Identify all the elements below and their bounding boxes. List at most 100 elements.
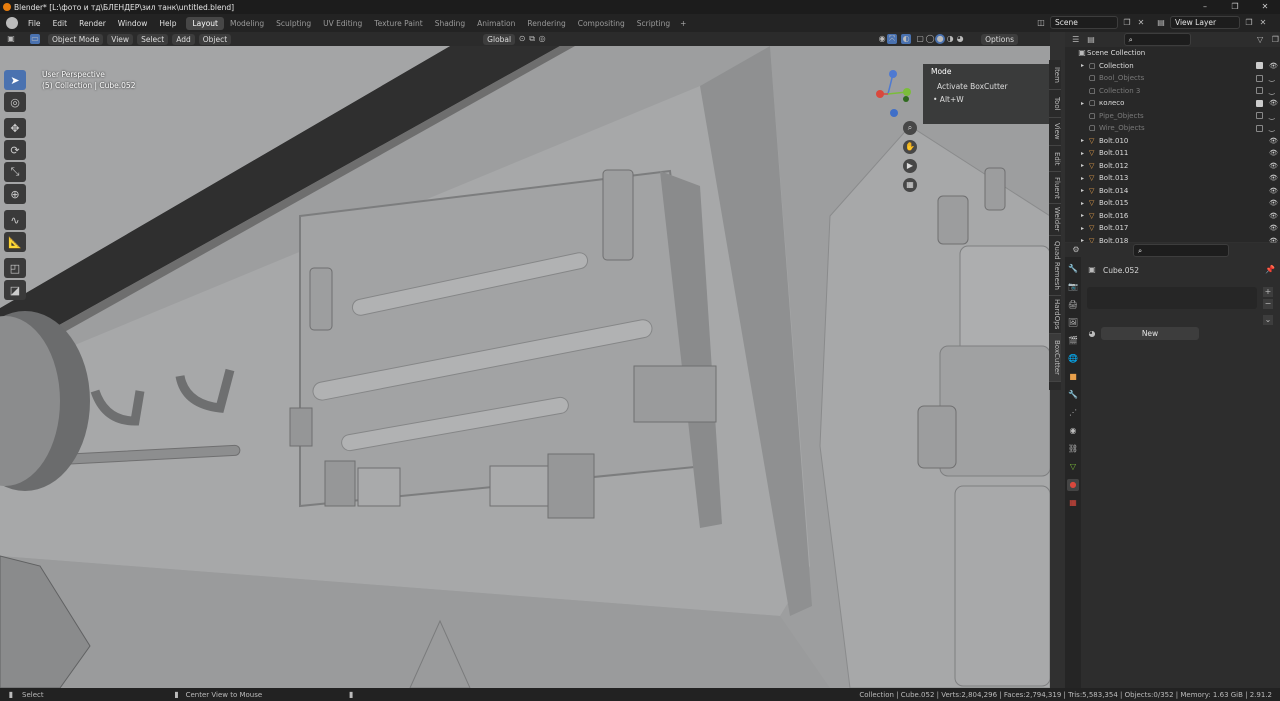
physics-props-icon[interactable]: ◉ <box>1067 425 1079 437</box>
expand-arrow-icon[interactable]: ▸ <box>1081 137 1089 144</box>
options-dropdown[interactable]: Options <box>981 33 1019 45</box>
blender-menu-icon[interactable] <box>6 17 18 29</box>
world-props-icon[interactable]: 🌐 <box>1067 353 1079 365</box>
view-menu[interactable]: View <box>107 33 134 45</box>
wireframe-shading-icon[interactable]: ◯ <box>925 34 935 44</box>
new-scene-icon[interactable]: ❐ <box>1122 18 1132 28</box>
tab-quad-remesh[interactable]: Quad Remesh <box>1049 236 1061 296</box>
tab-layout[interactable]: Layout <box>186 16 224 30</box>
transform-orientation-dropdown[interactable]: Global <box>483 33 516 45</box>
camera-icon[interactable]: ▶ <box>903 159 917 173</box>
snap-icon[interactable]: ⧉ <box>527 34 537 44</box>
object-menu[interactable]: Object <box>198 33 232 45</box>
transform-tool-icon[interactable]: ⊕ <box>4 184 26 204</box>
visibility-icon[interactable]: ◉ <box>877 34 887 44</box>
menu-edit[interactable]: Edit <box>47 19 74 28</box>
menu-file[interactable]: File <box>22 19 47 28</box>
outliner-object-row[interactable]: ▸ ▽ Bolt.013 👁 <box>1065 172 1280 185</box>
solid-shading-icon[interactable]: ● <box>935 34 946 44</box>
visibility-eye-icon[interactable]: 👁 <box>1269 174 1278 182</box>
filter-icon[interactable]: ▽ <box>1255 35 1264 45</box>
tab-sculpting[interactable]: Sculpting <box>270 17 317 30</box>
delete-scene-icon[interactable]: ✕ <box>1136 18 1146 28</box>
outliner-object-row[interactable]: ▸ ▽ Bolt.015 👁 <box>1065 197 1280 210</box>
overlay-icon[interactable]: ◐ <box>901 34 912 44</box>
tab-modeling[interactable]: Modeling <box>224 17 270 30</box>
material-browse-icon[interactable]: ◕ <box>1087 329 1097 339</box>
particles-props-icon[interactable]: ⋰ <box>1067 407 1079 419</box>
expand-arrow-icon[interactable]: ▸ <box>1081 62 1089 69</box>
object-props-icon[interactable]: ■ <box>1067 371 1079 383</box>
tab-welder[interactable]: Welder <box>1049 204 1061 236</box>
outliner-collection-row[interactable]: ▸ ▢ колесо 👁 <box>1065 97 1280 110</box>
remove-slot-icon[interactable]: − <box>1263 299 1273 309</box>
outliner-object-row[interactable]: ▸ ▽ Bolt.010 👁 <box>1065 135 1280 148</box>
visibility-eye-icon[interactable]: 👁 <box>1269 212 1278 220</box>
material-props-icon[interactable]: ● <box>1067 479 1079 491</box>
3d-viewport[interactable] <box>0 46 1050 688</box>
select-menu[interactable]: Select <box>137 33 169 45</box>
scale-tool-icon[interactable]: ⤡ <box>4 162 26 182</box>
constraints-props-icon[interactable]: ⛓ <box>1067 443 1079 455</box>
annotate-tool-icon[interactable]: ∿ <box>4 210 26 230</box>
add-cube-tool-icon[interactable]: ◰ <box>4 258 26 278</box>
new-collection-icon[interactable]: ❐ <box>1271 35 1280 45</box>
visibility-eye-icon[interactable]: 👁 <box>1269 62 1278 70</box>
outliner-collection-row[interactable]: ▢ Collection 3 ‿ <box>1065 85 1280 98</box>
close-button[interactable]: ✕ <box>1250 0 1280 14</box>
output-props-icon[interactable]: 🖨 <box>1067 299 1079 311</box>
outliner-editor-icon[interactable]: ☰ <box>1071 35 1080 45</box>
visibility-eye-icon[interactable]: 👁 <box>1269 99 1278 107</box>
new-view-layer-icon[interactable]: ❐ <box>1244 18 1254 28</box>
gizmo-icon[interactable]: ⤧ <box>887 34 898 44</box>
visibility-eye-icon[interactable]: 👁 <box>1269 224 1278 232</box>
activate-boxcutter-label[interactable]: Activate BoxCutter <box>937 82 1041 91</box>
tab-tool[interactable]: Tool <box>1049 90 1061 118</box>
outliner-object-row[interactable]: ▸ ▽ Bolt.011 👁 <box>1065 147 1280 160</box>
tool-props-icon[interactable]: 🔧 <box>1067 263 1079 275</box>
pan-hand-icon[interactable]: ✋ <box>903 140 917 154</box>
navigation-gizmo[interactable] <box>868 66 918 118</box>
boxcutter-tool-icon[interactable]: ◪ <box>4 280 26 300</box>
visibility-eye-icon[interactable]: 👁 <box>1269 137 1278 145</box>
rendered-shading-icon[interactable]: ◕ <box>955 34 965 44</box>
outliner-collection-row[interactable]: ▢ Bool_Objects ‿ <box>1065 72 1280 85</box>
proportional-edit-icon[interactable]: ◎ <box>537 34 547 44</box>
exclude-checkbox[interactable] <box>1256 99 1263 107</box>
exclude-checkbox[interactable] <box>1256 74 1263 82</box>
move-tool-icon[interactable]: ✥ <box>4 118 26 138</box>
data-props-icon[interactable]: ▽ <box>1067 461 1079 473</box>
menu-help[interactable]: Help <box>153 19 182 28</box>
filter-display-icon[interactable]: ▤ <box>1086 35 1095 45</box>
tab-hardops[interactable]: HardOps <box>1049 296 1061 334</box>
exclude-checkbox[interactable] <box>1256 62 1263 70</box>
select-box-icon[interactable]: ▭ <box>30 34 40 44</box>
visibility-eye-icon[interactable]: ‿ <box>1269 112 1275 120</box>
expand-arrow-icon[interactable]: ▸ <box>1081 200 1089 207</box>
properties-search-input[interactable]: ⌕ <box>1133 243 1229 257</box>
cursor-tool-icon[interactable]: ◎ <box>4 92 26 112</box>
exclude-checkbox[interactable] <box>1256 124 1263 132</box>
tab-texture-paint[interactable]: Texture Paint <box>368 17 428 30</box>
outliner-object-row[interactable]: ▸ ▽ Bolt.016 👁 <box>1065 210 1280 223</box>
maximize-button[interactable]: ❐ <box>1220 0 1250 14</box>
grid-view-icon[interactable]: ▦ <box>903 178 917 192</box>
editor-type-icon[interactable]: ▣ <box>6 34 16 44</box>
slot-menu-icon[interactable]: ⌄ <box>1263 315 1273 325</box>
exclude-checkbox[interactable] <box>1256 87 1263 95</box>
outliner-object-row[interactable]: ▸ ▽ Bolt.017 👁 <box>1065 222 1280 235</box>
panel-title[interactable]: Mode <box>931 67 1041 76</box>
render-props-icon[interactable]: 📷 <box>1067 281 1079 293</box>
tab-view[interactable]: View <box>1049 118 1061 146</box>
pin-icon[interactable]: 📌 <box>1265 265 1275 275</box>
modifier-props-icon[interactable]: 🔧 <box>1067 389 1079 401</box>
measure-tool-icon[interactable]: 📐 <box>4 232 26 252</box>
new-material-button[interactable]: New <box>1101 327 1199 340</box>
tab-rendering[interactable]: Rendering <box>521 17 571 30</box>
tab-item[interactable]: Item <box>1049 60 1061 90</box>
view-layer-props-icon[interactable]: 🖼 <box>1067 317 1079 329</box>
tab-compositing[interactable]: Compositing <box>572 17 631 30</box>
tab-edit[interactable]: Edit <box>1049 146 1061 172</box>
expand-arrow-icon[interactable]: ▸ <box>1081 187 1089 194</box>
pivot-icon[interactable]: ⊙ <box>517 34 527 44</box>
